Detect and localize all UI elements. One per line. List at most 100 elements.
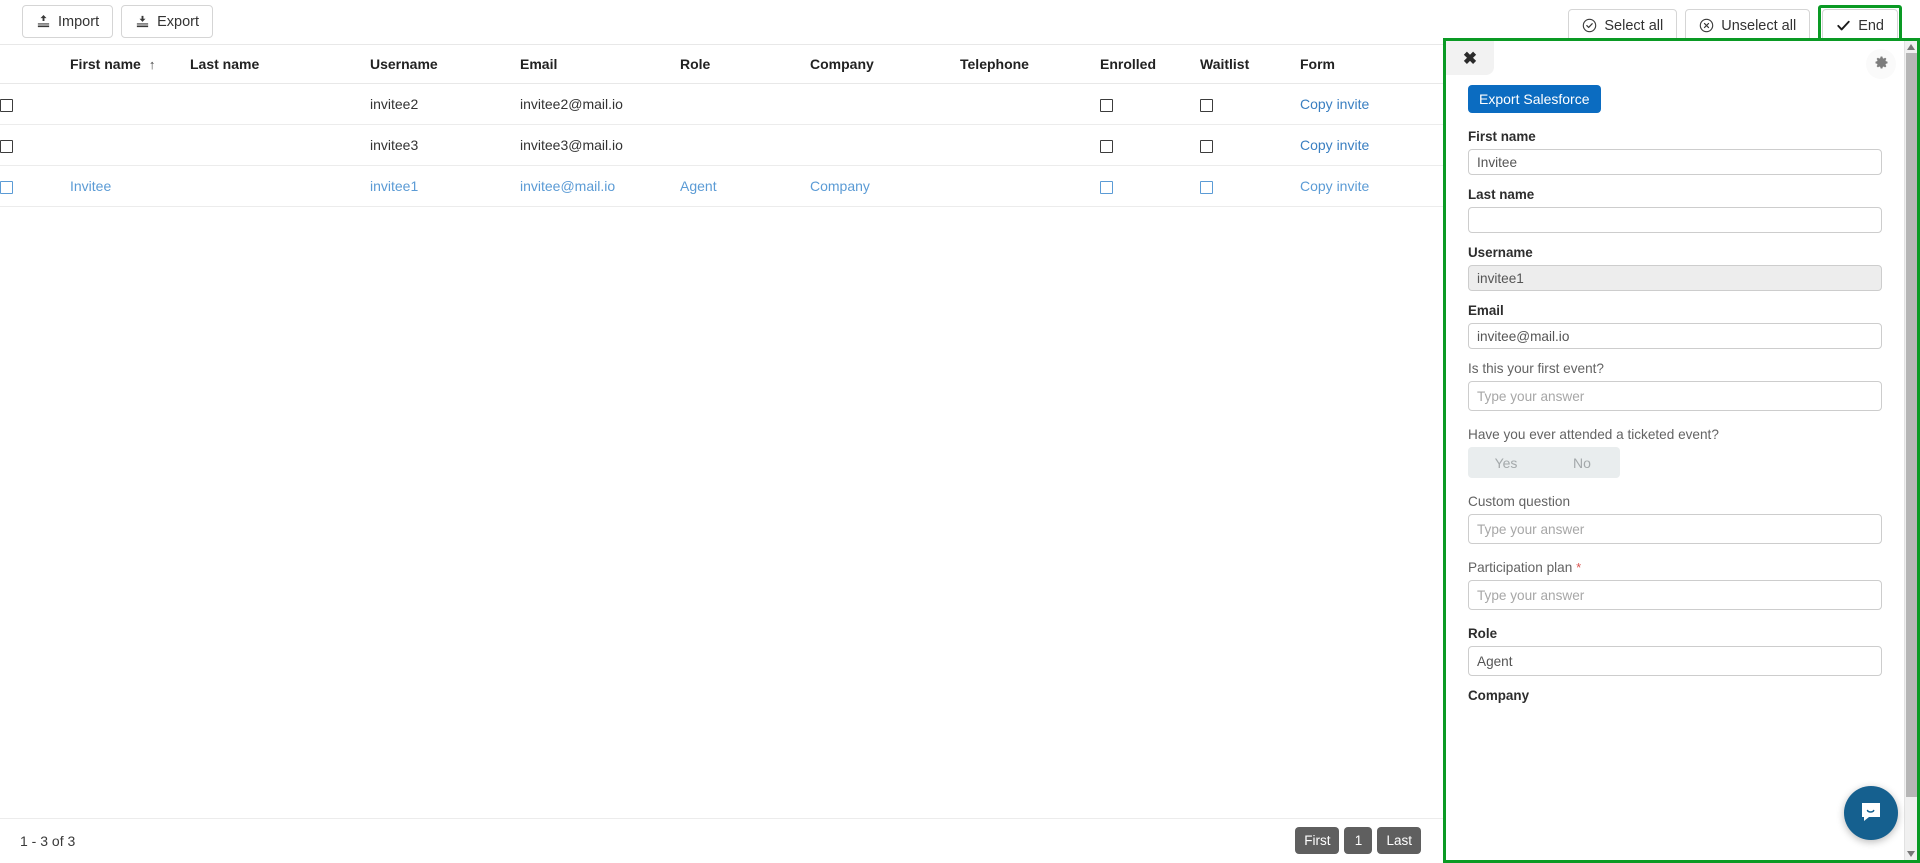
close-panel-button[interactable]: ✖ bbox=[1446, 41, 1494, 75]
first-name-input[interactable] bbox=[1468, 149, 1882, 175]
toolbar-left-group: Import Export bbox=[22, 5, 214, 38]
row-select-cell[interactable] bbox=[0, 165, 70, 207]
field-first-name: First name bbox=[1468, 129, 1882, 175]
waitlist-checkbox[interactable] bbox=[1200, 98, 1213, 112]
field-role: Role bbox=[1468, 626, 1882, 676]
unselect-all-label: Unselect all bbox=[1721, 17, 1797, 34]
chat-bubble-icon bbox=[1858, 799, 1884, 828]
cell-form[interactable]: Copy invite bbox=[1300, 124, 1443, 166]
first-event-input[interactable] bbox=[1468, 381, 1882, 411]
panel-scrollbar[interactable] bbox=[1904, 41, 1917, 860]
cell-enrolled[interactable] bbox=[1100, 165, 1200, 207]
col-username[interactable]: Username bbox=[370, 45, 520, 84]
username-input[interactable] bbox=[1468, 265, 1882, 291]
enrolled-checkbox[interactable] bbox=[1100, 98, 1113, 112]
field-email: Email bbox=[1468, 303, 1882, 349]
table-header-row: First name ↑ Last name Username Email Rol… bbox=[0, 45, 1443, 84]
cell-email: invitee3@mail.io bbox=[520, 124, 680, 166]
col-waitlist[interactable]: Waitlist bbox=[1200, 45, 1300, 84]
copy-invite-link[interactable]: Copy invite bbox=[1300, 137, 1369, 153]
enrolled-checkbox[interactable] bbox=[1100, 139, 1113, 153]
export-button-label: Export bbox=[157, 13, 200, 30]
checkmark-icon bbox=[1836, 18, 1851, 33]
row-select-cell[interactable] bbox=[0, 83, 70, 125]
last-name-input[interactable] bbox=[1468, 207, 1882, 233]
waitlist-checkbox[interactable] bbox=[1200, 139, 1213, 153]
cell-email: invitee@mail.io bbox=[520, 165, 680, 207]
col-waitlist-label: Waitlist bbox=[1200, 56, 1250, 72]
field-ticketed-event-label: Have you ever attended a ticketed event? bbox=[1468, 427, 1719, 442]
row-checkbox[interactable] bbox=[0, 98, 13, 112]
copy-invite-link[interactable]: Copy invite bbox=[1300, 96, 1369, 112]
col-enrolled[interactable]: Enrolled bbox=[1100, 45, 1200, 84]
panel-settings-button[interactable] bbox=[1866, 49, 1896, 79]
role-input[interactable] bbox=[1468, 646, 1882, 676]
field-email-label: Email bbox=[1468, 303, 1504, 318]
invitees-table-area: First name ↑ Last name Username Email Rol… bbox=[0, 44, 1443, 819]
col-telephone[interactable]: Telephone bbox=[960, 45, 1100, 84]
cell-waitlist[interactable] bbox=[1200, 165, 1300, 207]
ticketed-event-no-button[interactable]: No bbox=[1544, 447, 1620, 478]
cell-email: invitee2@mail.io bbox=[520, 83, 680, 125]
col-company[interactable]: Company bbox=[810, 45, 960, 84]
scroll-down-arrow-icon[interactable] bbox=[1907, 851, 1915, 857]
cell-telephone bbox=[960, 83, 1100, 125]
field-username: Username bbox=[1468, 245, 1882, 291]
field-last-name-label: Last name bbox=[1468, 187, 1535, 202]
row-checkbox[interactable] bbox=[0, 180, 13, 194]
cell-waitlist[interactable] bbox=[1200, 83, 1300, 125]
pagination-last-button[interactable]: Last bbox=[1377, 827, 1421, 854]
cell-first-name bbox=[70, 83, 190, 125]
cell-form[interactable]: Copy invite bbox=[1300, 83, 1443, 125]
pagination-first-button[interactable]: First bbox=[1295, 827, 1340, 854]
cell-last-name bbox=[190, 83, 370, 125]
import-button-label: Import bbox=[58, 13, 100, 30]
ticketed-event-toggle-group: Yes No bbox=[1468, 447, 1620, 478]
chat-widget-button[interactable] bbox=[1844, 786, 1898, 840]
enrolled-checkbox[interactable] bbox=[1100, 180, 1113, 194]
export-salesforce-button[interactable]: Export Salesforce bbox=[1468, 85, 1601, 113]
participation-plan-input[interactable] bbox=[1468, 580, 1882, 610]
col-email-label: Email bbox=[520, 56, 558, 72]
waitlist-checkbox[interactable] bbox=[1200, 180, 1213, 194]
panel-scrollbar-thumb[interactable] bbox=[1906, 53, 1917, 797]
col-last-name-label: Last name bbox=[190, 56, 260, 72]
col-last-name[interactable]: Last name bbox=[190, 45, 370, 84]
ticketed-event-yes-button[interactable]: Yes bbox=[1468, 447, 1544, 478]
pagination-page-1-button[interactable]: 1 bbox=[1344, 827, 1373, 854]
custom-question-input[interactable] bbox=[1468, 514, 1882, 544]
cell-enrolled[interactable] bbox=[1100, 83, 1200, 125]
table-footer: 1 - 3 of 3 First 1 Last bbox=[0, 818, 1443, 863]
col-first-name[interactable]: First name ↑ bbox=[70, 45, 190, 84]
cell-last-name bbox=[190, 165, 370, 207]
sort-ascending-icon: ↑ bbox=[148, 57, 156, 72]
scroll-up-arrow-icon[interactable] bbox=[1907, 44, 1915, 50]
col-form[interactable]: Form bbox=[1300, 45, 1443, 84]
row-checkbox[interactable] bbox=[0, 139, 13, 153]
import-button[interactable]: Import bbox=[22, 5, 114, 38]
col-email[interactable]: Email bbox=[520, 45, 680, 84]
field-first-event: Is this your first event? bbox=[1468, 361, 1882, 411]
copy-invite-link[interactable]: Copy invite bbox=[1300, 178, 1369, 194]
participation-plan-text: Participation plan bbox=[1468, 560, 1573, 575]
col-enrolled-label: Enrolled bbox=[1100, 56, 1157, 72]
cell-waitlist[interactable] bbox=[1200, 124, 1300, 166]
table-row[interactable]: invitee3 invitee3@mail.io Copy invite bbox=[0, 124, 1443, 166]
table-row[interactable]: invitee2 invitee2@mail.io Copy invite bbox=[0, 83, 1443, 125]
export-button[interactable]: Export bbox=[121, 5, 214, 38]
col-first-name-label: First name bbox=[70, 56, 141, 72]
download-icon bbox=[135, 14, 150, 29]
cell-company: Company bbox=[810, 165, 960, 207]
select-all-label: Select all bbox=[1604, 17, 1664, 34]
email-input[interactable] bbox=[1468, 323, 1882, 349]
col-checkbox bbox=[0, 45, 70, 84]
cell-role: Agent bbox=[680, 165, 810, 207]
detail-panel-highlight: Export Salesforce First name Last name U… bbox=[1443, 38, 1920, 863]
cell-form[interactable]: Copy invite bbox=[1300, 165, 1443, 207]
col-company-label: Company bbox=[810, 56, 874, 72]
table-row-selected[interactable]: Invitee invitee1 invitee@mail.io Agent C… bbox=[0, 165, 1443, 207]
cell-telephone bbox=[960, 165, 1100, 207]
col-role[interactable]: Role bbox=[680, 45, 810, 84]
row-select-cell[interactable] bbox=[0, 124, 70, 166]
cell-enrolled[interactable] bbox=[1100, 124, 1200, 166]
